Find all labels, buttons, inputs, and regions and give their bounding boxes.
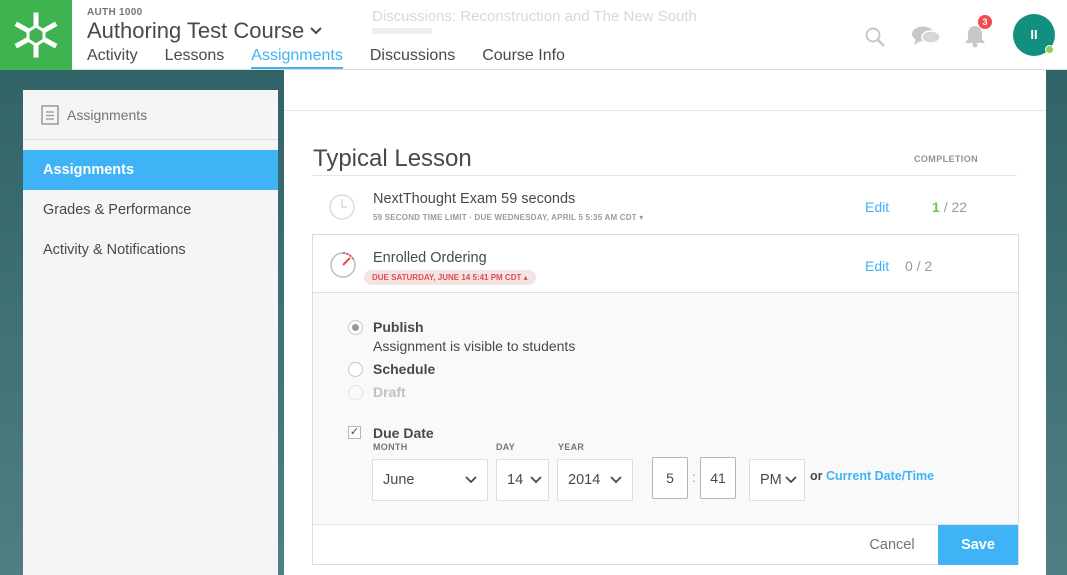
- presence-indicator: [1045, 45, 1054, 54]
- caret-down-icon[interactable]: ▾: [639, 213, 643, 222]
- caret-up-icon: ▴: [523, 273, 528, 282]
- month-label: MONTH: [373, 442, 408, 452]
- or-text: or: [810, 469, 823, 483]
- completion-count: 0 / 2: [905, 258, 933, 274]
- main-panel: Typical Lesson COMPLETION NextThought Ex…: [284, 70, 1046, 575]
- save-button[interactable]: Save: [938, 525, 1018, 565]
- publish-description: Assignment is visible to students: [373, 338, 576, 354]
- due-date-text[interactable]: DUE WEDNESDAY, APRIL 5 5:35 AM CDT: [475, 213, 637, 222]
- year-value: 2014: [568, 472, 601, 488]
- schedule-label[interactable]: Schedule: [373, 361, 435, 377]
- time-limit-text: 59 SECOND TIME LIMIT: [373, 213, 467, 222]
- notification-badge: 3: [978, 15, 992, 29]
- sidebar-list: Assignments Grades & Performance Activit…: [23, 150, 278, 270]
- ampm-select[interactable]: PM: [749, 459, 805, 501]
- cancel-button[interactable]: Cancel: [848, 525, 936, 565]
- draft-label: Draft: [373, 384, 406, 400]
- sidebar-title: Assignments: [67, 106, 148, 123]
- completion-column-header: COMPLETION: [914, 154, 978, 164]
- assignment-row[interactable]: Enrolled Ordering DUE SATURDAY, JUNE 14 …: [313, 235, 1018, 293]
- edit-link[interactable]: Edit: [865, 258, 889, 274]
- due-date-checkbox[interactable]: ✓: [348, 426, 361, 439]
- current-date-time-link[interactable]: Current Date/Time: [826, 469, 934, 483]
- sidebar: Assignments Assignments Grades & Perform…: [23, 90, 278, 575]
- chevron-down-icon: [310, 27, 322, 35]
- chevron-down-icon: [610, 476, 622, 484]
- hour-input[interactable]: 5: [652, 457, 688, 499]
- assignment-meta: 59 SECOND TIME LIMIT · DUE WEDNESDAY, AP…: [373, 213, 643, 222]
- current-time-prompt: or Current Date/Time: [810, 469, 934, 483]
- assignment-title: Enrolled Ordering: [373, 250, 487, 266]
- day-select[interactable]: 14: [496, 459, 549, 501]
- assignment-row[interactable]: NextThought Exam 59 seconds 59 SECOND TI…: [312, 176, 1017, 234]
- chevron-down-icon: [785, 476, 797, 484]
- due-date-text: DUE SATURDAY, JUNE 14 5:41 PM CDT: [372, 273, 522, 282]
- total-count: / 22: [943, 199, 968, 215]
- ampm-value: PM: [760, 472, 782, 488]
- sidebar-item-assignments[interactable]: Assignments: [23, 150, 278, 190]
- draft-radio: [348, 385, 363, 400]
- publish-radio[interactable]: [348, 320, 363, 335]
- document-icon: [41, 104, 59, 125]
- publish-label[interactable]: Publish: [373, 319, 424, 335]
- month-select[interactable]: June: [372, 459, 488, 501]
- divider: [284, 110, 1046, 111]
- year-label: YEAR: [558, 442, 585, 452]
- course-title: Authoring Test Course: [87, 18, 305, 43]
- schedule-radio[interactable]: [348, 362, 363, 377]
- month-value: June: [383, 472, 415, 488]
- chat-icon[interactable]: [911, 25, 941, 47]
- tab-assignments[interactable]: Assignments: [251, 45, 343, 69]
- course-title-dropdown[interactable]: Authoring Test Course: [87, 18, 322, 44]
- chevron-down-icon: [530, 476, 542, 484]
- time-separator: :: [692, 469, 696, 485]
- year-select[interactable]: 2014: [557, 459, 633, 501]
- assignment-editor-panel: Enrolled Ordering DUE SATURDAY, JUNE 14 …: [312, 234, 1019, 565]
- lesson-title: Typical Lesson: [313, 145, 472, 172]
- publish-editor: Publish Assignment is visible to student…: [313, 293, 1018, 524]
- editor-footer: Cancel Save: [313, 524, 1018, 565]
- search-icon[interactable]: [864, 26, 886, 48]
- due-date-badge[interactable]: DUE SATURDAY, JUNE 14 5:41 PM CDT ▴: [364, 270, 536, 285]
- background-lesson-subtitle: [372, 28, 432, 34]
- top-bar: Discussions: Reconstruction and The New …: [0, 0, 1067, 70]
- tab-discussions[interactable]: Discussions: [370, 45, 455, 69]
- completion-count: 1 / 22: [932, 199, 967, 215]
- day-label: DAY: [496, 442, 516, 452]
- tab-activity[interactable]: Activity: [87, 45, 138, 69]
- asterisk-logo-icon: [14, 12, 58, 58]
- completed-count: 1: [932, 199, 940, 215]
- edit-link[interactable]: Edit: [865, 199, 889, 215]
- day-value: 14: [507, 472, 524, 488]
- minute-input[interactable]: 41: [700, 457, 736, 499]
- sidebar-header: Assignments: [23, 90, 278, 140]
- due-date-label[interactable]: Due Date: [373, 425, 434, 441]
- sidebar-item-activity-notifications[interactable]: Activity & Notifications: [23, 230, 278, 270]
- assignment-title: NextThought Exam 59 seconds: [373, 191, 576, 207]
- tab-course-info[interactable]: Course Info: [482, 45, 565, 69]
- course-code: AUTH 1000: [87, 7, 143, 18]
- chevron-down-icon: [465, 476, 477, 484]
- sidebar-item-grades-performance[interactable]: Grades & Performance: [23, 190, 278, 230]
- nextthought-logo[interactable]: [0, 0, 72, 70]
- course-nav: Activity Lessons Assignments Discussions…: [87, 45, 592, 69]
- tab-lessons[interactable]: Lessons: [165, 45, 225, 69]
- timer-icon: [330, 252, 356, 278]
- clock-icon: [329, 194, 355, 220]
- background-lesson-title: Discussions: Reconstruction and The New …: [372, 8, 697, 25]
